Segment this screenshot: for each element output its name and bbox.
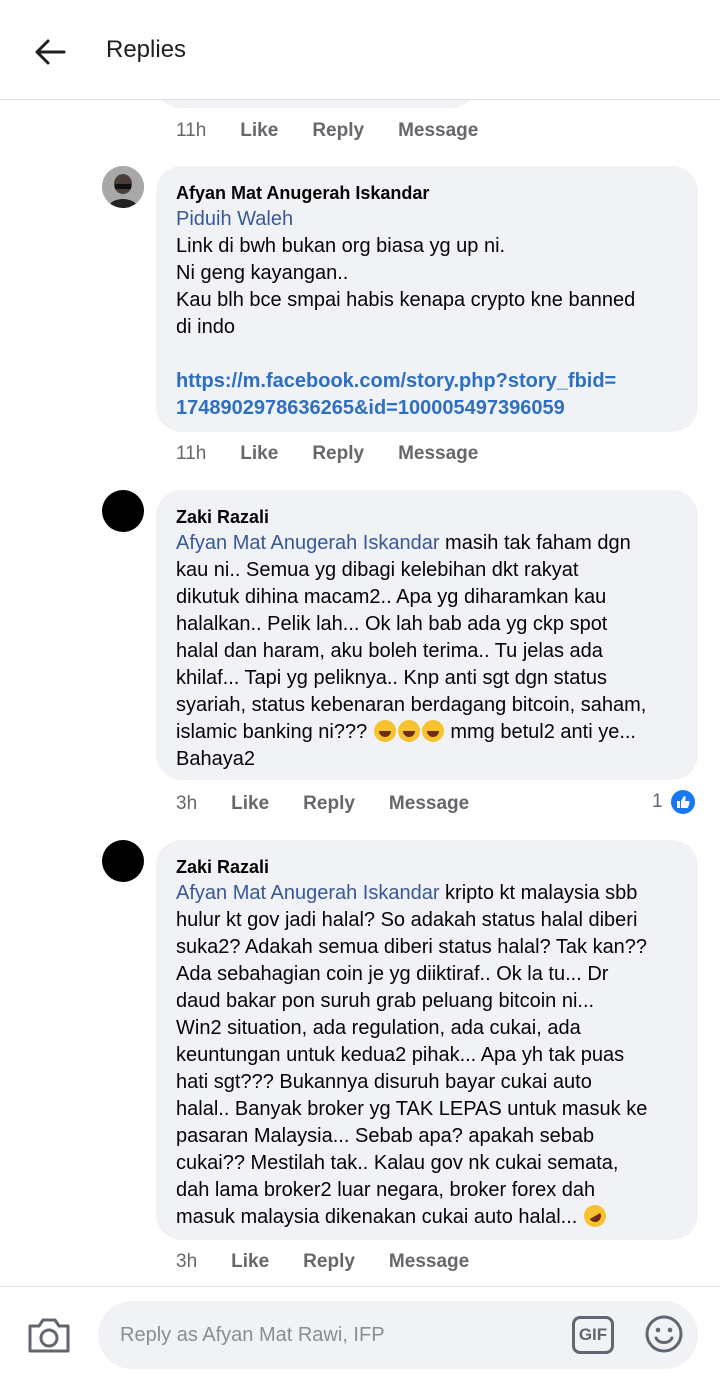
- comment-line: hati sgt??? Bukannya disuruh bayar cukai…: [176, 1071, 592, 1093]
- comment-line: halalkan.. Pelik lah... Ok lah bab ada y…: [176, 613, 608, 635]
- comment-line: masih tak faham dgn: [439, 532, 631, 554]
- comment-line: khilaf... Tapi yg peliknya.. Knp anti sg…: [176, 667, 607, 689]
- like-button[interactable]: Like: [231, 793, 269, 815]
- reply-composer: GIF: [0, 1286, 720, 1380]
- comment-line: mmg betul2 anti ye...: [444, 721, 636, 743]
- camera-icon: [28, 1318, 70, 1353]
- comment-line: suka2? Adakah semua diberi status halal?…: [176, 936, 648, 958]
- comment-line: Ada sebahagian coin je yg diiktiraf.. Ok…: [176, 963, 609, 985]
- link-line[interactable]: 1748902978636265&id=100005497396059: [176, 395, 678, 422]
- like-button[interactable]: Like: [231, 1251, 269, 1273]
- comment-author[interactable]: Zaki Razali: [176, 854, 678, 880]
- page-title: Replies: [106, 36, 187, 63]
- comment-line: cukai?? Mestilah tak.. Kalau gov nk cuka…: [176, 1152, 619, 1174]
- comment-time: 3h: [176, 1251, 198, 1272]
- comment-line: Bahaya2: [176, 748, 255, 770]
- message-button[interactable]: Message: [398, 120, 478, 142]
- comment-line: daud bakar pon suruh grab peluang bitcoi…: [176, 990, 595, 1012]
- comment-line: hulur kt gov jadi halal? So adakah statu…: [176, 909, 638, 931]
- message-button[interactable]: Message: [389, 1251, 469, 1273]
- reaction-summary[interactable]: 1: [652, 788, 697, 816]
- laughing-emoji-icon: [397, 720, 420, 742]
- message-button[interactable]: Message: [389, 793, 469, 815]
- reply-button[interactable]: Reply: [312, 443, 364, 465]
- comment-time: 3h: [176, 793, 198, 814]
- comment-bubble: Afyan Mat Anugerah Iskandar Piduih Waleh…: [156, 166, 698, 432]
- smiley-icon: [645, 1315, 683, 1353]
- reaction-count: 1: [652, 791, 663, 812]
- mention-link[interactable]: Piduih Waleh: [176, 206, 678, 233]
- comment-line: islamic banking ni???: [176, 721, 373, 743]
- comment-line: di indo: [176, 316, 235, 338]
- comment-bubble: Zaki Razali Afyan Mat Anugerah Iskandar …: [156, 490, 698, 780]
- comment-line: masuk malaysia dikenakan cukai auto hala…: [176, 1206, 583, 1228]
- comment-text: Afyan Mat Anugerah Iskandar kripto kt ma…: [176, 880, 678, 1232]
- laughing-emoji-icon: [373, 720, 396, 742]
- avatar[interactable]: [102, 840, 144, 882]
- rolling-laughing-emoji-icon: [579, 1200, 610, 1232]
- previous-comment-bubble: [156, 100, 476, 108]
- mention-link[interactable]: Afyan Mat Anugerah Iskandar: [176, 882, 440, 904]
- comment-time: 11h: [176, 120, 207, 141]
- comment-bubble: Zaki Razali Afyan Mat Anugerah Iskandar …: [156, 840, 698, 1240]
- story-link[interactable]: https://m.facebook.com/story.php?story_f…: [176, 368, 678, 422]
- comment-actions: 11h Like Reply Message: [176, 120, 512, 142]
- comment-line: halal dan haram, aku boleh terima.. Tu j…: [176, 640, 603, 662]
- comment-line: Win2 situation, ada regulation, ada cuka…: [176, 1017, 581, 1039]
- comment-line: keuntungan untuk kedua2 pihak... Apa yh …: [176, 1044, 625, 1066]
- comment-author[interactable]: Afyan Mat Anugerah Iskandar: [176, 180, 678, 206]
- laughing-emoji-icon: [421, 720, 444, 742]
- link-line[interactable]: https://m.facebook.com/story.php?story_f…: [176, 368, 678, 395]
- avatar[interactable]: [102, 490, 144, 532]
- like-button[interactable]: Like: [240, 443, 278, 465]
- avatar[interactable]: [102, 166, 144, 208]
- comment-line: pasaran Malaysia... Sebab apa? apakah se…: [176, 1125, 595, 1147]
- gif-button[interactable]: GIF: [572, 1316, 614, 1354]
- reply-button[interactable]: Reply: [303, 1251, 355, 1273]
- comment-line: dah lama broker2 luar negara, broker for…: [176, 1179, 596, 1201]
- comment-text: Piduih Waleh Link di bwh bukan org biasa…: [176, 206, 678, 422]
- comment-line: syariah, status kebenaran berdagang bitc…: [176, 694, 647, 716]
- comment-line: kau ni.. Semua yg dibagi kelebihan dkt r…: [176, 559, 579, 581]
- comment-time: 11h: [176, 443, 207, 464]
- comment-actions: 3h Like Reply Message: [176, 1251, 503, 1273]
- top-bar: Replies: [0, 0, 720, 100]
- reply-button[interactable]: Reply: [303, 793, 355, 815]
- back-button[interactable]: [28, 30, 72, 74]
- comment-author[interactable]: Zaki Razali: [176, 504, 678, 530]
- emoji-button[interactable]: [644, 1314, 684, 1354]
- comment-line: Ni geng kayangan..: [176, 262, 349, 284]
- thumbs-up-icon: [668, 788, 697, 816]
- camera-button[interactable]: [26, 1315, 72, 1355]
- comment-actions: 11h Like Reply Message: [176, 443, 512, 465]
- comment-text: Afyan Mat Anugerah Iskandar masih tak fa…: [176, 530, 678, 773]
- arrow-left-icon: [35, 39, 66, 65]
- message-button[interactable]: Message: [398, 443, 478, 465]
- replies-list[interactable]: 11h Like Reply Message Afyan Mat Anugera…: [0, 100, 720, 1286]
- comment-line: kripto kt malaysia sbb: [439, 882, 638, 904]
- comment-line: halal.. Banyak broker yg TAK LEPAS untuk…: [176, 1098, 648, 1120]
- user-photo-icon: [102, 166, 144, 208]
- mention-link[interactable]: Afyan Mat Anugerah Iskandar: [176, 532, 440, 554]
- comment-line: Link di bwh bukan org biasa yg up ni.: [176, 235, 506, 257]
- comment-actions: 3h Like Reply Message: [176, 793, 503, 815]
- gif-label: GIF: [578, 1325, 608, 1344]
- reply-button[interactable]: Reply: [312, 120, 364, 142]
- comment-line: dikutuk dihina macam2.. Apa yg diharamka…: [176, 586, 607, 608]
- like-button[interactable]: Like: [240, 120, 278, 142]
- comment-line: Kau blh bce smpai habis kenapa crypto kn…: [176, 289, 636, 311]
